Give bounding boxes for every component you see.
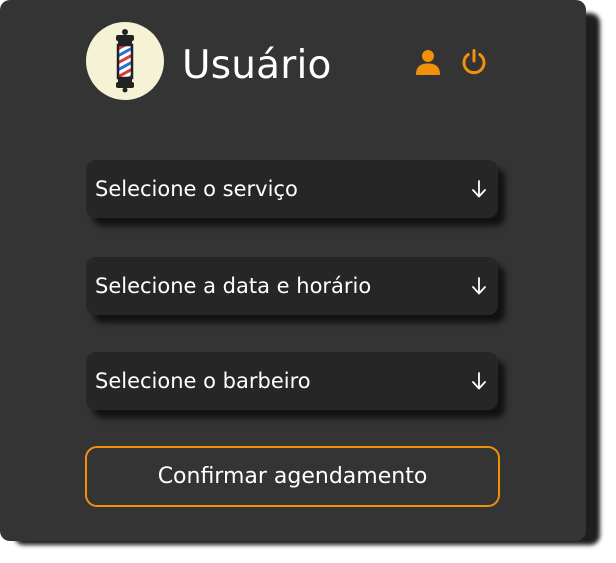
barber-select[interactable]: Selecione o barbeiro bbox=[86, 352, 498, 410]
confirm-booking-button[interactable]: Confirmar agendamento bbox=[85, 446, 500, 507]
page-title: Usuário bbox=[182, 43, 332, 88]
date-time-select[interactable]: Selecione a data e horário bbox=[86, 257, 498, 315]
arrow-down-icon bbox=[472, 277, 486, 295]
scheduling-card: Usuário Selecione o serviço Selecione a … bbox=[0, 0, 586, 541]
user-icon[interactable] bbox=[414, 48, 442, 76]
service-select[interactable]: Selecione o serviço bbox=[86, 160, 498, 218]
arrow-down-icon bbox=[472, 372, 486, 390]
service-select-label: Selecione o serviço bbox=[95, 177, 298, 201]
barber-pole-icon bbox=[116, 29, 134, 93]
arrow-down-icon bbox=[472, 180, 486, 198]
power-icon[interactable] bbox=[460, 48, 488, 76]
barber-pole-logo bbox=[86, 22, 164, 100]
date-time-select-label: Selecione a data e horário bbox=[95, 274, 372, 298]
barber-select-label: Selecione o barbeiro bbox=[95, 369, 311, 393]
